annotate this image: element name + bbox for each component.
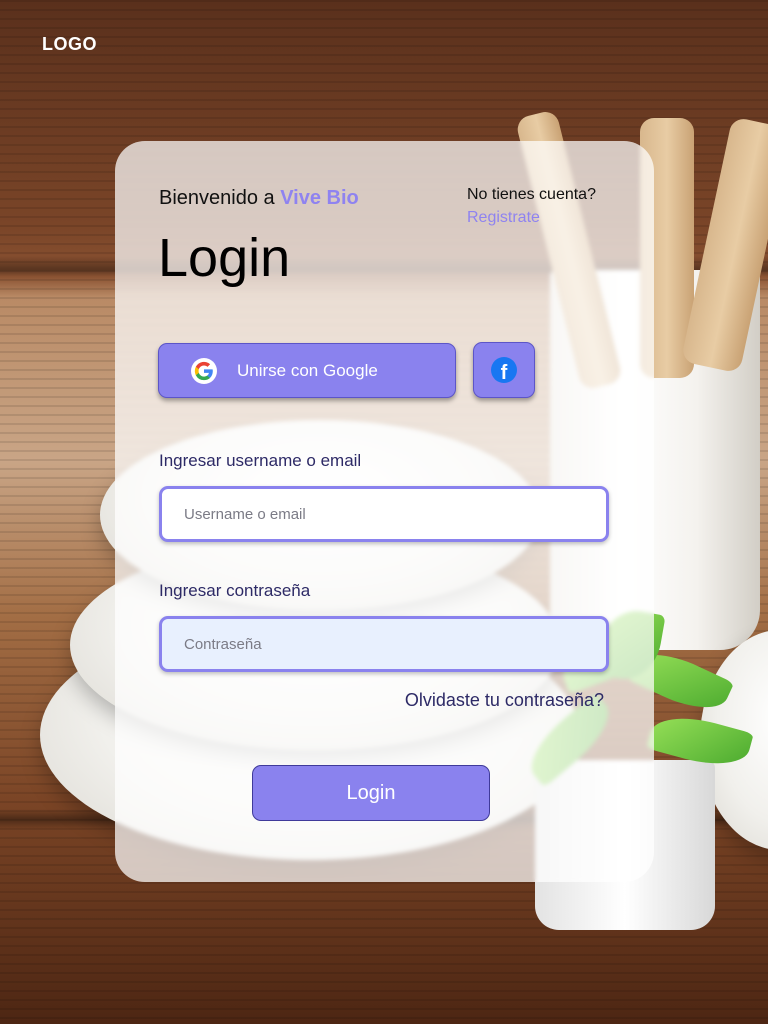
brand-name: Vive Bio [280, 187, 359, 209]
welcome-prefix: Bienvenido a [159, 187, 281, 209]
username-label: Ingresar username o email [159, 451, 362, 470]
login-card: Bienvenido a Vive Bio Login No tienes cu… [115, 141, 654, 882]
page-title: Login [158, 228, 291, 288]
signup-question: No tienes cuenta? [467, 186, 596, 203]
facebook-signin-button[interactable]: f [473, 342, 535, 398]
forgot-password-link[interactable]: Olvidaste tu contraseña? [405, 690, 604, 711]
welcome-text: Bienvenido a Vive Bio [159, 187, 359, 210]
facebook-icon: f [491, 357, 517, 383]
google-icon [191, 357, 217, 384]
logo: LOGO [42, 34, 97, 54]
google-signin-button[interactable]: Unirse con Google [158, 343, 456, 398]
username-input[interactable] [159, 486, 609, 542]
login-button[interactable]: Login [252, 765, 490, 821]
password-input[interactable] [159, 616, 609, 672]
google-signin-label: Unirse con Google [237, 360, 378, 380]
signup-link[interactable]: Registrate [467, 209, 540, 227]
password-label: Ingresar contraseña [159, 581, 311, 600]
